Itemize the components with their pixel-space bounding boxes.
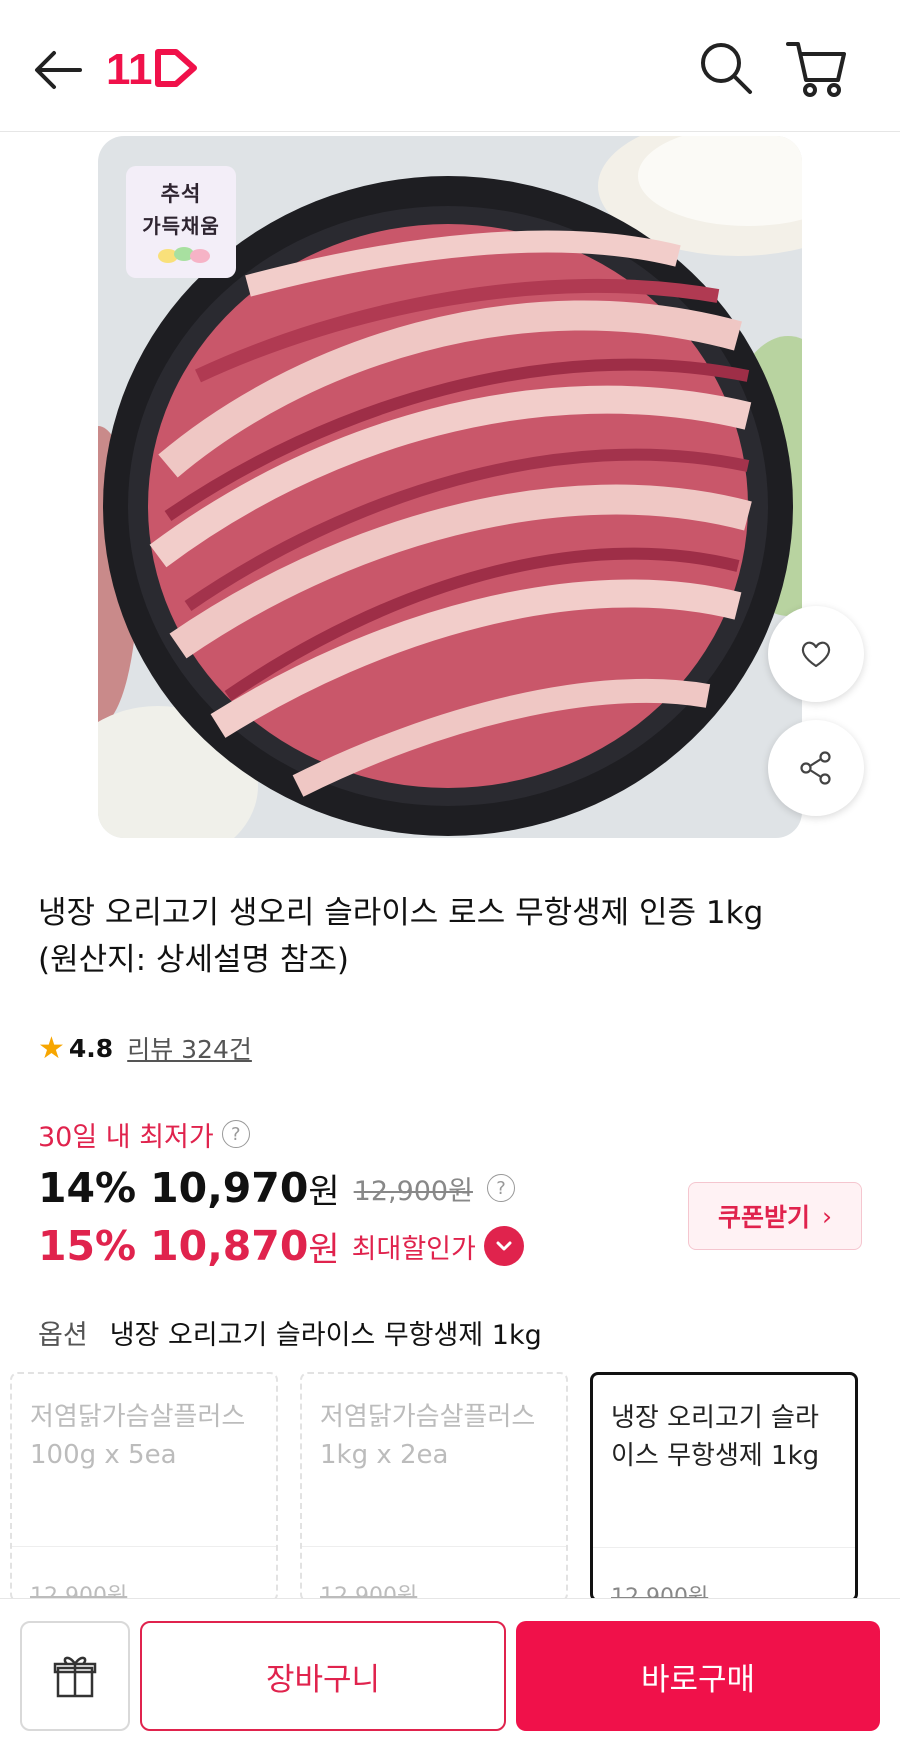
search-button[interactable] xyxy=(696,38,756,98)
option-card[interactable]: 저염닭가슴살플러스 1kg x 2ea 12,900원 xyxy=(300,1372,568,1609)
option-list: 저염닭가슴살플러스 100g x 5ea 12,900원 저염닭가슴살플러스 1… xyxy=(10,1372,890,1610)
share-icon xyxy=(800,751,831,785)
coupon-button[interactable]: 쿠폰받기 › xyxy=(688,1182,862,1250)
divider xyxy=(302,1546,566,1547)
lowest-price-text: 30일 내 최저가 xyxy=(38,1121,214,1153)
help-icon[interactable]: ? xyxy=(221,1120,250,1148)
divider xyxy=(12,1546,276,1547)
coupon-label: 쿠폰받기 xyxy=(717,1203,810,1232)
option-card-name: 냉장 오리고기 슬라이스 무항생제 1kg xyxy=(611,1403,820,1471)
rice-cake-icon xyxy=(158,247,210,263)
product-title-line1: 냉장 오리고기 생오리 슬라이스 로스 무항생제 인증 1kg xyxy=(38,895,764,931)
lowest-price-label: 30일 내 최저가 ? xyxy=(38,1114,250,1154)
add-to-cart-button[interactable]: 장바구니 xyxy=(140,1621,506,1731)
price-help-icon[interactable]: ? xyxy=(486,1174,515,1202)
badge-subtitle: 가득채움 xyxy=(142,214,220,238)
promo-badge: 추석 가득채움 xyxy=(126,166,236,278)
product-title: 냉장 오리고기 생오리 슬라이스 로스 무항생제 인증 1kg (원산지: 상세… xyxy=(38,890,868,984)
option-card-name: 저염닭가슴살플러스 100g x 5ea xyxy=(30,1402,246,1470)
svg-text:11: 11 xyxy=(106,45,153,92)
discount-percent: 14% xyxy=(38,1164,137,1212)
max-discount-unit: 원 xyxy=(308,1229,340,1270)
expand-discount-button[interactable] xyxy=(483,1226,524,1266)
back-button[interactable] xyxy=(30,40,90,100)
option-label: 옵션 xyxy=(38,1319,88,1351)
search-icon xyxy=(701,43,752,94)
chevron-down-icon xyxy=(496,1241,512,1251)
option-card-name: 저염닭가슴살플러스 1kg x 2ea xyxy=(320,1402,536,1470)
buy-now-button[interactable]: 바로구매 xyxy=(516,1621,880,1731)
gift-icon xyxy=(53,1656,97,1698)
divider xyxy=(593,1547,855,1548)
wishlist-button[interactable] xyxy=(768,606,864,702)
arrow-left-icon xyxy=(35,51,82,89)
product-image[interactable]: 추석 가득채움 xyxy=(98,136,802,838)
cart-icon xyxy=(786,42,846,97)
star-icon: ★ xyxy=(38,1030,65,1066)
sale-price: 10,970 xyxy=(150,1164,309,1212)
review-link[interactable]: 리뷰 324건 xyxy=(127,1030,252,1066)
option-card[interactable]: 저염닭가슴살플러스 100g x 5ea 12,900원 xyxy=(10,1372,278,1609)
option-row: 옵션 냉장 오리고기 슬라이스 무항생제 1kg xyxy=(38,1312,542,1352)
cart-button[interactable] xyxy=(784,36,850,102)
original-price: 12,900원 xyxy=(353,1175,473,1207)
product-page: 11 추석 가득채움 냉장 오리고기 생오리 슬라이스 로스 무항생제 인증 1… xyxy=(0,0,900,1751)
gift-button[interactable] xyxy=(20,1621,130,1731)
brand-logo[interactable]: 11 xyxy=(106,44,202,94)
option-card-selected[interactable]: 냉장 오리고기 슬라이스 무항생제 1kg 12,900원 xyxy=(590,1372,858,1610)
max-discount-row: 15% 10,870 원 최대할인가 xyxy=(38,1218,524,1274)
heart-icon xyxy=(801,641,831,668)
badge-title: 추석 xyxy=(160,182,202,206)
sale-price-row: 14% 10,970 원 12,900원 ? xyxy=(38,1160,515,1216)
bottom-action-bar: 장바구니 바로구매 xyxy=(0,1598,900,1751)
top-header: 11 xyxy=(0,0,900,132)
max-discount-label: 최대할인가 xyxy=(351,1233,476,1265)
rating-score: 4.8 xyxy=(68,1033,114,1063)
max-discount-percent: 15% xyxy=(38,1222,137,1270)
sale-price-unit: 원 xyxy=(308,1171,340,1212)
product-title-line2: (원산지: 상세설명 참조) xyxy=(38,942,350,978)
share-button[interactable] xyxy=(768,720,864,816)
option-value: 냉장 오리고기 슬라이스 무항생제 1kg xyxy=(109,1319,542,1351)
chevron-right-icon: › xyxy=(822,1201,832,1231)
max-discount-price: 10,870 xyxy=(150,1222,309,1270)
rating-row: ★ 4.8 리뷰 324건 xyxy=(38,1028,252,1068)
